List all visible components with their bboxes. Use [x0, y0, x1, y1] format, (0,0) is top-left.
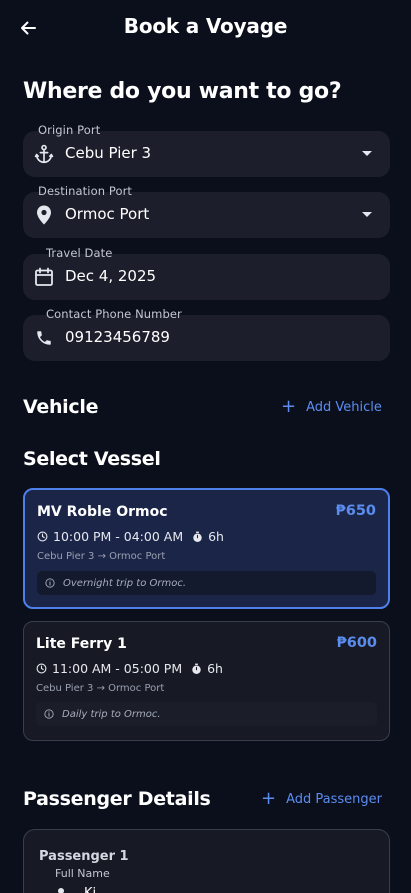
vessel-duration: 6h	[207, 661, 223, 676]
anchor-icon	[33, 143, 55, 165]
select-vessel-heading: Select Vessel	[23, 448, 161, 470]
vessel-time-range: 10:00 PM - 04:00 AM	[53, 529, 184, 544]
vessel-note-text: Daily trip to Ormoc.	[62, 708, 161, 720]
location-pin-icon	[33, 204, 55, 226]
origin-port-label: Origin Port	[38, 123, 101, 137]
phone-number-label: Contact Phone Number	[46, 307, 182, 321]
passenger-details-heading: Passenger Details	[23, 788, 211, 810]
vessel-note: Daily trip to Ormoc.	[36, 702, 377, 726]
vehicle-heading: Vehicle	[23, 396, 99, 418]
destination-port-value: Ormoc Port	[65, 205, 150, 223]
add-vehicle-label: Add Vehicle	[306, 399, 382, 415]
vessel-card-selected[interactable]: MV Roble Ormoc ₱650 10:00 PM - 04:00 AM …	[23, 488, 390, 609]
travel-date-picker[interactable]: Travel Date Dec 4, 2025	[23, 246, 390, 300]
destination-heading: Where do you want to go?	[23, 79, 342, 104]
add-passenger-button[interactable]: + Add Passenger	[261, 790, 382, 808]
travel-date-value: Dec 4, 2025	[65, 267, 157, 285]
vessel-time-range: 11:00 AM - 05:00 PM	[52, 661, 183, 676]
person-icon	[58, 888, 64, 893]
passenger-card: Passenger 1 Full Name Ki	[23, 829, 390, 893]
stopwatch-icon	[193, 531, 202, 542]
plus-icon: +	[261, 788, 277, 809]
travel-date-label: Travel Date	[46, 246, 113, 260]
vessel-note: Overnight trip to Ormoc.	[37, 571, 376, 595]
clock-icon	[37, 531, 48, 542]
clock-icon	[36, 663, 47, 674]
vessel-name: MV Roble Ormoc	[37, 504, 168, 520]
full-name-input[interactable]: Ki	[84, 886, 96, 893]
vessel-card[interactable]: Lite Ferry 1 ₱600 11:00 AM - 05:00 PM 6h…	[23, 621, 390, 741]
page-title: Book a Voyage	[123, 14, 288, 38]
origin-port-select[interactable]: Origin Port Cebu Pier 3	[23, 123, 390, 177]
calendar-icon	[33, 266, 55, 288]
destination-port-label: Destination Port	[38, 184, 133, 198]
vessel-name: Lite Ferry 1	[36, 636, 127, 652]
vessel-price: ₱600	[336, 635, 377, 651]
origin-port-value: Cebu Pier 3	[65, 144, 152, 162]
phone-number-value: 09123456789	[65, 328, 170, 346]
info-icon	[44, 709, 54, 719]
vessel-route: Cebu Pier 3 → Ormoc Port	[37, 551, 166, 562]
chevron-down-icon	[362, 212, 372, 217]
add-passenger-label: Add Passenger	[286, 791, 382, 807]
full-name-label: Full Name	[55, 867, 110, 880]
stopwatch-icon	[192, 663, 201, 674]
vessel-schedule: 11:00 AM - 05:00 PM 6h	[36, 661, 223, 676]
vessel-duration: 6h	[208, 529, 224, 544]
destination-port-select[interactable]: Destination Port Ormoc Port	[23, 184, 390, 238]
phone-icon	[33, 327, 55, 349]
vessel-note-text: Overnight trip to Ormoc.	[63, 577, 187, 589]
add-vehicle-button[interactable]: + Add Vehicle	[281, 398, 382, 416]
vessel-route: Cebu Pier 3 → Ormoc Port	[36, 683, 165, 694]
passenger-title: Passenger 1	[39, 849, 129, 864]
vessel-schedule: 10:00 PM - 04:00 AM 6h	[37, 529, 224, 544]
info-icon	[45, 578, 55, 588]
phone-number-input[interactable]: Contact Phone Number 09123456789	[23, 307, 390, 361]
chevron-down-icon	[362, 151, 372, 156]
vessel-price: ₱650	[335, 503, 376, 519]
app-bar: Book a Voyage	[0, 0, 411, 56]
plus-icon: +	[281, 396, 297, 417]
